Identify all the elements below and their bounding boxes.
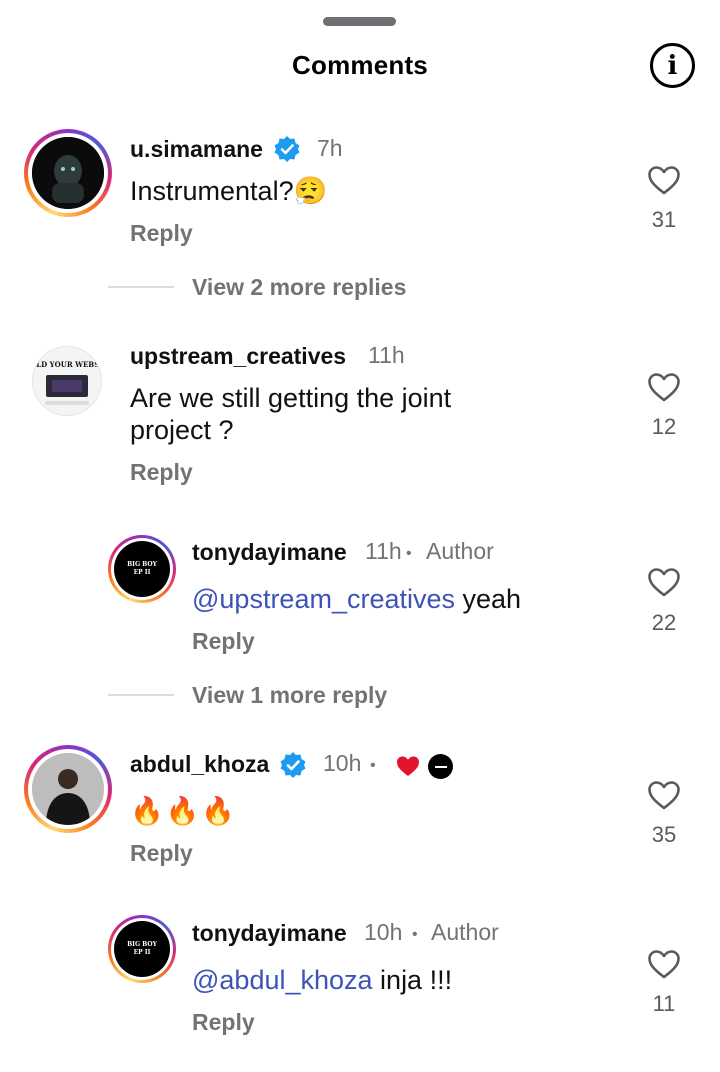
- like-count: 35: [651, 822, 677, 847]
- reply-button[interactable]: Reply: [130, 220, 193, 247]
- avatar[interactable]: BIG BOY EP II: [108, 915, 176, 983]
- comment-text-line: Are we still getting the joint: [130, 383, 452, 413]
- like-count: 11: [652, 991, 676, 1016]
- heart-icon[interactable]: [647, 164, 681, 196]
- avatar[interactable]: [24, 745, 112, 833]
- avatar-image: [32, 753, 104, 825]
- reply-username[interactable]: tonydayimane: [192, 920, 347, 947]
- comment-username[interactable]: abdul_khoza: [130, 751, 269, 778]
- heart-icon[interactable]: [647, 779, 681, 811]
- mention-link[interactable]: @upstream_creatives: [192, 584, 455, 614]
- like-count: 12: [651, 414, 677, 439]
- reply-time: 10h: [364, 919, 403, 945]
- verified-badge-icon: [280, 752, 306, 778]
- mention-link[interactable]: @abdul_khoza: [192, 965, 373, 995]
- comment-text: 🔥🔥🔥: [130, 796, 237, 826]
- comment-time: 11h: [368, 342, 405, 368]
- avatar[interactable]: [24, 129, 112, 217]
- reply-text: @upstream_creatives yeah: [192, 583, 521, 615]
- heart-icon[interactable]: [647, 371, 681, 403]
- avatar-image: [32, 137, 104, 209]
- comment-username[interactable]: u.simamane: [130, 136, 263, 163]
- avatar-image: [46, 374, 88, 397]
- reply-button[interactable]: Reply: [130, 459, 193, 486]
- like-count: 22: [651, 610, 677, 635]
- info-icon: i: [667, 51, 678, 81]
- reply-button[interactable]: Reply: [192, 1009, 255, 1036]
- reply-text: @abdul_khoza inja !!!: [192, 964, 452, 996]
- heart-icon[interactable]: [647, 566, 681, 598]
- reply-button[interactable]: Reply: [130, 840, 193, 867]
- avatar-text: BUILD YOUR WEBSITE: [32, 359, 102, 369]
- comment-time: 10h: [323, 750, 362, 776]
- like-count: 31: [651, 207, 677, 232]
- reply-button[interactable]: Reply: [192, 628, 255, 655]
- divider: [108, 286, 174, 288]
- view-more-replies-button[interactable]: View 1 more reply: [192, 682, 387, 709]
- creator-liked-heart-icon: [397, 756, 419, 776]
- reply-text-body: yeah: [455, 584, 522, 614]
- author-badge: Author: [431, 919, 499, 945]
- comment-text-line: project ?: [130, 415, 234, 445]
- heart-icon[interactable]: [647, 948, 681, 980]
- meta-separator: •: [406, 545, 412, 562]
- view-more-replies-button[interactable]: View 2 more replies: [192, 274, 406, 301]
- avatar-text: BIG BOY EP II: [127, 941, 157, 956]
- divider: [108, 694, 174, 696]
- page-title: Comments: [292, 50, 428, 80]
- creator-avatar-mini: [428, 754, 453, 779]
- comment-text: Instrumental?😮‍💨: [130, 176, 328, 206]
- info-button[interactable]: i: [650, 43, 695, 88]
- comment-username[interactable]: upstream_creatives: [130, 343, 346, 370]
- meta-separator: •: [370, 757, 376, 774]
- reply-time: 11h: [365, 538, 402, 564]
- comment-time: 7h: [317, 135, 343, 161]
- drag-handle[interactable]: [323, 17, 396, 26]
- meta-separator: •: [412, 926, 418, 943]
- avatar[interactable]: BUILD YOUR WEBSITE: [32, 346, 102, 416]
- verified-badge-icon: [274, 136, 300, 162]
- avatar-text: BIG BOY EP II: [127, 561, 157, 576]
- reply-username[interactable]: tonydayimane: [192, 539, 347, 566]
- avatar[interactable]: BIG BOY EP II: [108, 535, 176, 603]
- reply-text-body: inja !!!: [372, 965, 453, 995]
- author-badge: Author: [426, 538, 494, 564]
